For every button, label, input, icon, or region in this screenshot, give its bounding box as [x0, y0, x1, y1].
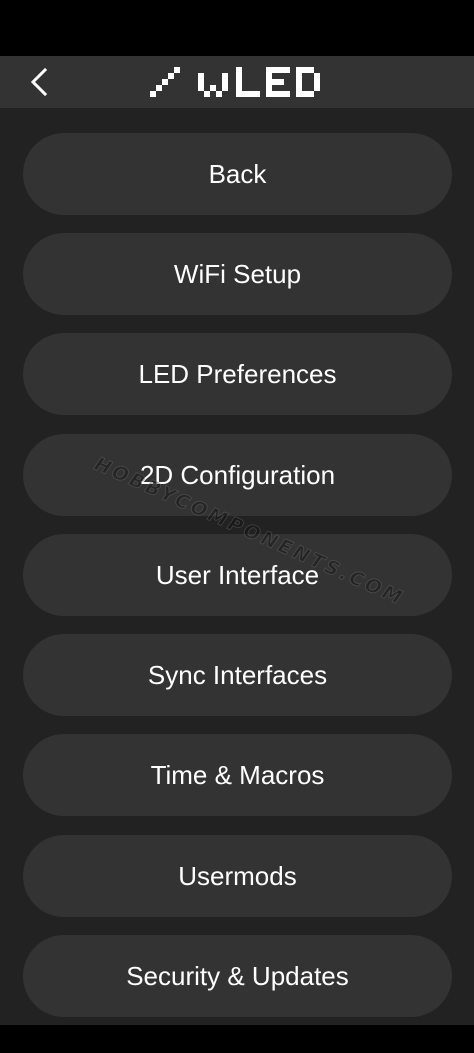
time-macros-button[interactable]: Time & Macros [23, 734, 452, 816]
security-updates-button[interactable]: Security & Updates [23, 935, 452, 1017]
usermods-button[interactable]: Usermods [23, 835, 452, 917]
wled-logo [150, 67, 326, 97]
led-preferences-button[interactable]: LED Preferences [23, 333, 452, 415]
back-chevron-icon[interactable] [22, 62, 62, 102]
status-bar [0, 0, 474, 56]
sync-interfaces-button[interactable]: Sync Interfaces [23, 634, 452, 716]
wifi-setup-button[interactable]: WiFi Setup [23, 233, 452, 315]
settings-menu: Back WiFi Setup LED Preferences 2D Confi… [0, 108, 474, 1025]
back-button[interactable]: Back [23, 133, 452, 215]
app-header [0, 56, 474, 108]
bottom-bar [0, 1025, 474, 1053]
user-interface-button[interactable]: User Interface [23, 534, 452, 616]
2d-configuration-button[interactable]: 2D Configuration [23, 434, 452, 516]
